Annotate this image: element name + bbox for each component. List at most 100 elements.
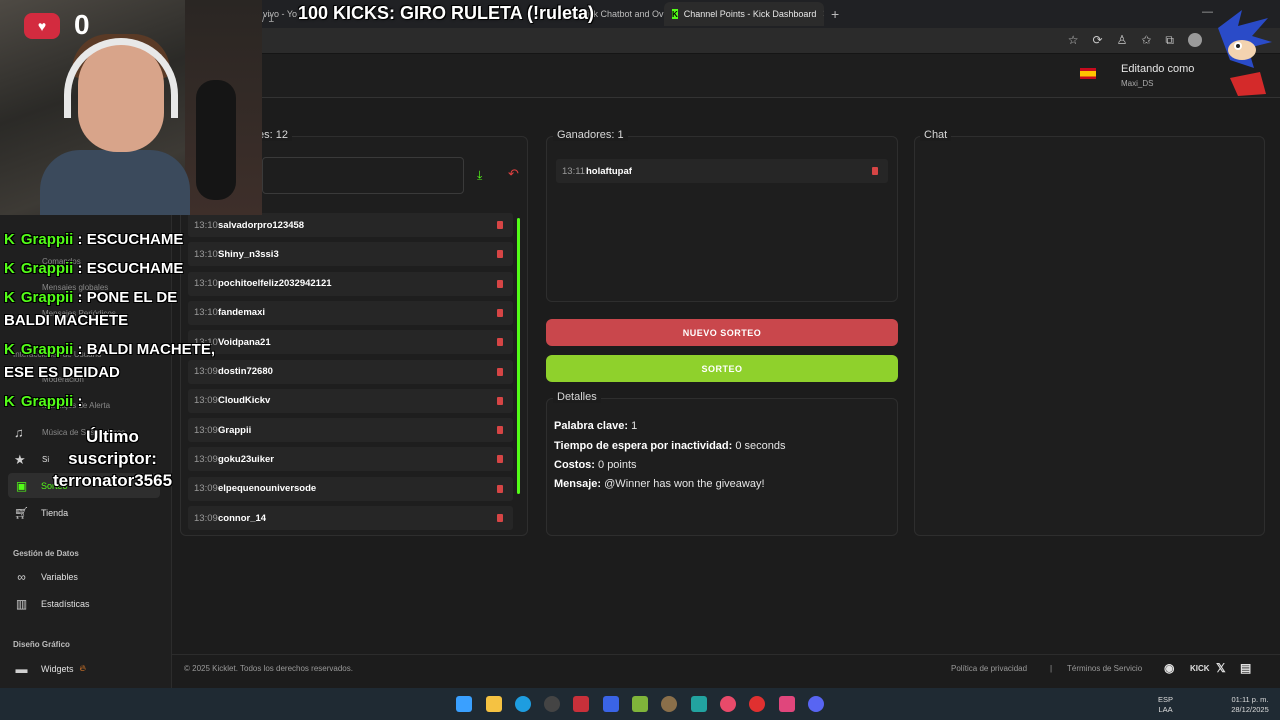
language-indicator[interactable]: ESP LAA bbox=[1158, 695, 1173, 715]
participant-row: 13:10 pochitoelfeliz2032942121 bbox=[188, 271, 513, 296]
participant-row: 13:09 goku23uiker bbox=[188, 447, 513, 472]
participant-row: 13:09 Grappii bbox=[188, 418, 513, 443]
delete-icon[interactable] bbox=[497, 221, 503, 229]
delete-icon[interactable] bbox=[497, 338, 503, 347]
detail-label: Mensaje: bbox=[554, 478, 602, 490]
chat-username: Grappii bbox=[20, 393, 74, 410]
participant-search-input[interactable] bbox=[262, 157, 464, 194]
sidebar-item-widgets[interactable]: ▬ Widgets 🔥︎ bbox=[8, 656, 160, 681]
participant-user: dostin72680 bbox=[218, 366, 273, 377]
participant-user: connor_14 bbox=[218, 512, 267, 524]
winners-title: Ganadores: 1 bbox=[553, 129, 628, 141]
app-icon[interactable] bbox=[691, 696, 707, 712]
app-icon[interactable] bbox=[573, 696, 589, 712]
delete-icon[interactable] bbox=[497, 484, 503, 493]
delete-icon[interactable] bbox=[497, 250, 503, 259]
participant-row: 13:09 dostin72680 bbox=[188, 359, 513, 384]
details-title: Detalles bbox=[553, 391, 601, 403]
kick-logo-icon: K bbox=[4, 289, 15, 306]
delete-icon[interactable] bbox=[497, 308, 503, 317]
undo-icon[interactable]: ↶ bbox=[508, 166, 519, 182]
terms-link[interactable]: Términos de Servicio bbox=[1067, 664, 1142, 673]
raffle-button[interactable]: SORTEO bbox=[546, 355, 898, 382]
collections-icon[interactable]: ⧉ bbox=[1165, 33, 1174, 48]
discord-icon[interactable] bbox=[808, 696, 824, 712]
copyright: © 2025 Kicklet. Todos los derechos reser… bbox=[184, 664, 353, 673]
x-icon[interactable]: 𝕏 bbox=[1216, 661, 1226, 675]
stream-chat-message: K Grappii : ESCUCHAME bbox=[4, 228, 219, 251]
app-icon[interactable] bbox=[720, 696, 736, 712]
new-tab-button[interactable]: + bbox=[831, 6, 839, 22]
file-explorer-icon[interactable] bbox=[486, 696, 502, 712]
app-icon[interactable] bbox=[603, 696, 619, 712]
refresh-icon[interactable]: ⟳ bbox=[1093, 33, 1103, 48]
obs-icon[interactable] bbox=[544, 696, 560, 712]
editing-label: Editando como bbox=[1121, 63, 1195, 75]
kick-icon[interactable]: KICK bbox=[1190, 664, 1210, 673]
sidebar-item-label: Tienda bbox=[41, 507, 69, 518]
kick-logo-icon: K bbox=[4, 231, 15, 248]
download-icon[interactable]: ⤓ bbox=[477, 168, 482, 183]
music-icon: ♫ bbox=[14, 425, 24, 440]
delete-icon[interactable] bbox=[497, 396, 503, 405]
app-icon[interactable] bbox=[632, 696, 648, 712]
app-icon[interactable] bbox=[749, 696, 765, 712]
stream-chat-message: K Grappii : ESCUCHAME bbox=[4, 257, 219, 280]
widgets-icon: ▬ bbox=[15, 661, 28, 676]
footer: © 2025 Kicklet. Todos los derechos reser… bbox=[172, 654, 1280, 688]
detail-label: Tiempo de espera por inactividad: bbox=[554, 440, 733, 452]
document-icon[interactable]: ▤ bbox=[1240, 661, 1251, 675]
delete-icon[interactable] bbox=[497, 455, 503, 464]
extension-icon[interactable]: ♙ bbox=[1117, 33, 1128, 48]
privacy-link[interactable]: Política de privacidad bbox=[951, 664, 1027, 673]
discord-icon[interactable]: ◉ bbox=[1164, 661, 1174, 675]
chat-panel bbox=[914, 136, 1265, 536]
chat-username: Grappii bbox=[20, 260, 74, 277]
detail-value: 0 seconds bbox=[735, 440, 786, 452]
link-icon: ∞ bbox=[17, 569, 26, 584]
stream-chat-message: K Grappii : bbox=[4, 390, 219, 413]
sidebar-item-estadisticas[interactable]: ▥ Estadísticas bbox=[8, 591, 160, 616]
delete-icon[interactable] bbox=[497, 367, 503, 376]
sidebar-item-label: Variables bbox=[41, 571, 78, 582]
stream-chat-message: K Grappii : PONE EL DE BALDI MACHETE bbox=[4, 286, 219, 332]
editing-user: Maxi_DS bbox=[1121, 79, 1154, 88]
participant-user: pochitoelfeliz2032942121 bbox=[218, 278, 332, 290]
participant-row: 13:10 Voidpana21 bbox=[188, 330, 513, 355]
clock[interactable]: 01:11 p. m. 28/12/2025 bbox=[1224, 695, 1276, 715]
sidebar-item-variables[interactable]: ∞ Variables bbox=[8, 564, 160, 589]
new-raffle-button[interactable]: NUEVO SORTEO bbox=[546, 319, 898, 346]
delete-icon[interactable] bbox=[872, 167, 878, 175]
profile-avatar[interactable] bbox=[1188, 33, 1202, 47]
participant-user: elpequenouniversode bbox=[218, 483, 317, 495]
participant-time: 13:09 bbox=[194, 424, 218, 436]
spain-flag-icon[interactable] bbox=[1080, 68, 1096, 79]
participants-scrollbar[interactable] bbox=[517, 218, 520, 494]
participant-row: 13:10 Shiny_n3ssi3 bbox=[188, 242, 513, 267]
edge-icon[interactable] bbox=[515, 696, 531, 712]
participant-time: 13:09 bbox=[194, 453, 218, 465]
app-icon[interactable] bbox=[661, 696, 677, 712]
participant-time: 13:09 bbox=[194, 483, 218, 495]
webcam-person-shirt bbox=[40, 150, 190, 215]
chat-username: Grappii bbox=[20, 341, 74, 358]
favorites-icon[interactable]: ✩ bbox=[1141, 33, 1151, 48]
app-icon[interactable] bbox=[779, 696, 795, 712]
star-icon[interactable]: ☆ bbox=[1068, 33, 1079, 48]
close-icon[interactable]: ✕ bbox=[822, 9, 824, 20]
delete-icon[interactable] bbox=[497, 279, 503, 288]
tab-channel-points[interactable]: K Channel Points - Kick Dashboard ✕ bbox=[664, 2, 824, 26]
delete-icon[interactable] bbox=[497, 426, 503, 435]
gift-icon: ▣ bbox=[15, 478, 28, 493]
windows-start-icon[interactable] bbox=[456, 696, 472, 712]
breadcrumb: / 1 bbox=[262, 13, 275, 25]
microphone-image bbox=[196, 80, 236, 200]
screen: { "browser": { "tabs": [ {"label": "vivo… bbox=[0, 0, 1280, 720]
detail-value: @Winner has won the giveaway! bbox=[604, 478, 765, 490]
kick-logo-icon: K bbox=[4, 341, 15, 358]
sidebar-item-tienda[interactable]: 🛒︎ Tienda bbox=[8, 500, 160, 525]
detail-cost: Costos: 0 points bbox=[554, 459, 637, 471]
footer-separator: | bbox=[1050, 664, 1053, 673]
delete-icon[interactable] bbox=[497, 514, 503, 522]
winner-row: 13:11 holaftupaf bbox=[556, 159, 888, 183]
